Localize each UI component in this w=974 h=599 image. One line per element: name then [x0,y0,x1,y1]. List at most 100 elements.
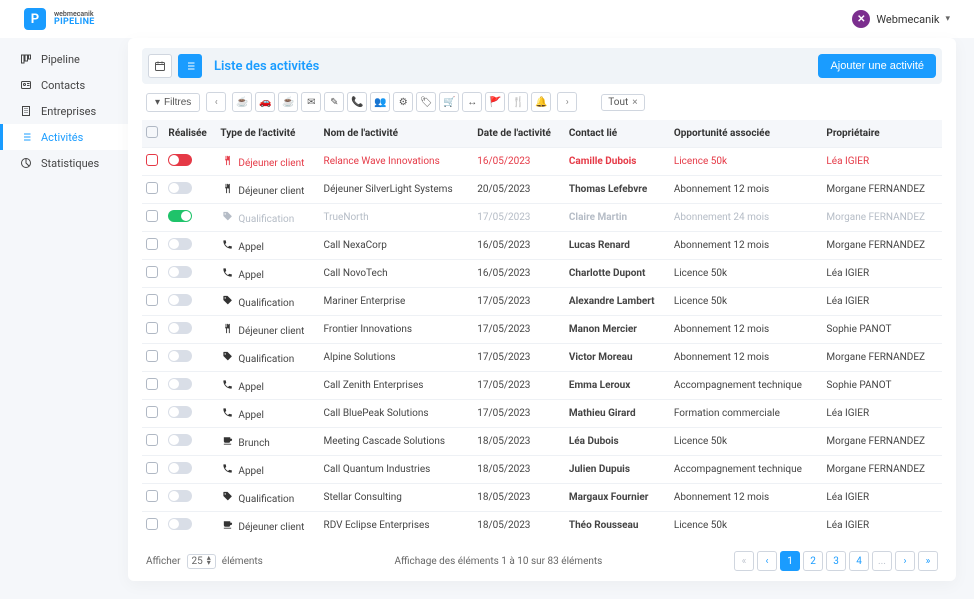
done-toggle[interactable] [168,154,192,166]
opportunity-link[interactable]: Licence 50k [670,148,823,176]
type-filter-4[interactable]: ✎ [324,92,344,112]
done-toggle[interactable] [168,350,192,362]
page-size-select[interactable]: 25 ▴▾ [187,554,216,569]
table-row[interactable]: Appel Call Zenith Enterprises 17/05/2023… [142,372,942,400]
done-toggle[interactable] [168,210,192,222]
prev-filter-button[interactable]: ‹ [206,92,226,112]
done-toggle[interactable] [168,294,192,306]
done-toggle[interactable] [168,238,192,250]
done-toggle[interactable] [168,462,192,474]
done-toggle[interactable] [168,266,192,278]
sidebar-item-statistiques[interactable]: Statistiques [0,150,128,176]
type-filter-5[interactable]: 📞 [347,92,367,112]
table-row[interactable]: Qualification Alpine Solutions 17/05/202… [142,344,942,372]
done-toggle[interactable] [168,490,192,502]
row-checkbox[interactable] [146,462,158,474]
row-checkbox[interactable] [146,322,158,334]
row-checkbox[interactable] [146,490,158,502]
filter-chip-all[interactable]: Tout × [601,94,644,111]
page-nav[interactable]: » [918,551,938,571]
calendar-view-button[interactable] [148,54,172,78]
table-row[interactable]: Déjeuner client Relance Wave Innovations… [142,148,942,176]
done-toggle[interactable] [168,322,192,334]
opportunity-link[interactable]: Abonnement 12 mois [670,344,823,372]
contact-link[interactable]: Théo Rousseau [565,512,670,540]
user-menu[interactable]: ✕ Webmecanik ▾ [852,10,950,28]
done-toggle[interactable] [168,182,192,194]
opportunity-link[interactable]: Abonnement 12 mois [670,176,823,204]
row-checkbox[interactable] [146,350,158,362]
table-row[interactable]: Appel Call Quantum Industries 18/05/2023… [142,456,942,484]
select-all-header[interactable] [142,120,164,148]
list-view-button[interactable] [178,54,202,78]
contact-link[interactable]: Thomas Lefebvre [565,176,670,204]
sidebar-item-entreprises[interactable]: Entreprises [0,98,128,124]
table-row[interactable]: Appel Call NovoTech 16/05/2023 Charlotte… [142,260,942,288]
type-filter-3[interactable]: ✉ [301,92,321,112]
row-checkbox[interactable] [146,238,158,250]
opportunity-link[interactable]: Abonnement 24 mois [670,204,823,232]
table-row[interactable]: Qualification Mariner Enterprise 17/05/2… [142,288,942,316]
table-row[interactable]: Déjeuner client Frontier Innovations 17/… [142,316,942,344]
row-checkbox[interactable] [146,434,158,446]
page-nav[interactable]: « [734,551,754,571]
done-toggle[interactable] [168,434,192,446]
row-checkbox[interactable] [146,154,158,166]
type-filter-8[interactable]: 🏷 [416,92,436,112]
contact-link[interactable]: Manon Mercier [565,316,670,344]
opportunity-link[interactable]: Licence 50k [670,260,823,288]
row-checkbox[interactable] [146,378,158,390]
type-filter-0[interactable]: ☕ [232,92,252,112]
page-number[interactable]: 1 [780,551,800,571]
opportunity-link[interactable]: Accompagnement technique [670,372,823,400]
opportunity-link[interactable]: Licence 50k [670,428,823,456]
table-row[interactable]: Déjeuner client RDV Eclipse Enterprises … [142,512,942,540]
logo[interactable]: P webmecanik PIPELINE [24,8,95,30]
type-filter-1[interactable]: 🚗 [255,92,275,112]
opportunity-link[interactable]: Formation commerciale [670,400,823,428]
row-checkbox[interactable] [146,406,158,418]
table-row[interactable]: Brunch Meeting Cascade Solutions 18/05/2… [142,428,942,456]
filters-button[interactable]: ▾ Filtres [146,93,200,112]
contact-link[interactable]: Margaux Fournier [565,484,670,512]
contact-link[interactable]: Charlotte Dupont [565,260,670,288]
page-number[interactable]: 4 [849,551,869,571]
type-filter-7[interactable]: ⚙ [393,92,413,112]
type-filter-13[interactable]: 🔔 [531,92,551,112]
page-nav[interactable]: ‹ [757,551,777,571]
row-checkbox[interactable] [146,182,158,194]
table-row[interactable]: Qualification TrueNorth 17/05/2023 Clair… [142,204,942,232]
contact-link[interactable]: Emma Leroux [565,372,670,400]
select-all-checkbox[interactable] [146,126,158,138]
table-row[interactable]: Appel Call BluePeak Solutions 17/05/2023… [142,400,942,428]
contact-link[interactable]: Julien Dupuis [565,456,670,484]
close-icon[interactable]: × [632,97,637,108]
done-toggle[interactable] [168,518,192,530]
opportunity-link[interactable]: Abonnement 12 mois [670,484,823,512]
type-filter-2[interactable]: ☕ [278,92,298,112]
contact-link[interactable]: Léa Dubois [565,428,670,456]
type-filter-12[interactable]: 🍴 [508,92,528,112]
type-filter-6[interactable]: 👥 [370,92,390,112]
type-filter-9[interactable]: 🛒 [439,92,459,112]
contact-link[interactable]: Mathieu Girard [565,400,670,428]
row-checkbox[interactable] [146,210,158,222]
contact-link[interactable]: Lucas Renard [565,232,670,260]
opportunity-link[interactable]: Abonnement 12 mois [670,232,823,260]
opportunity-link[interactable]: Accompagnement technique [670,456,823,484]
opportunity-link[interactable]: Abonnement 12 mois [670,316,823,344]
sidebar-item-contacts[interactable]: Contacts [0,72,128,98]
table-row[interactable]: Déjeuner client Déjeuner SilverLight Sys… [142,176,942,204]
next-filter-button[interactable]: › [557,92,577,112]
table-row[interactable]: Qualification Stellar Consulting 18/05/2… [142,484,942,512]
opportunity-link[interactable]: Licence 50k [670,288,823,316]
opportunity-link[interactable]: Licence 50k [670,512,823,540]
row-checkbox[interactable] [146,294,158,306]
sidebar-item-activités[interactable]: Activités [0,124,128,150]
type-filter-11[interactable]: 🚩 [485,92,505,112]
row-checkbox[interactable] [146,266,158,278]
done-toggle[interactable] [168,406,192,418]
table-row[interactable]: Appel Call NexaCorp 16/05/2023 Lucas Ren… [142,232,942,260]
contact-link[interactable]: Camille Dubois [565,148,670,176]
sidebar-item-pipeline[interactable]: Pipeline [0,46,128,72]
